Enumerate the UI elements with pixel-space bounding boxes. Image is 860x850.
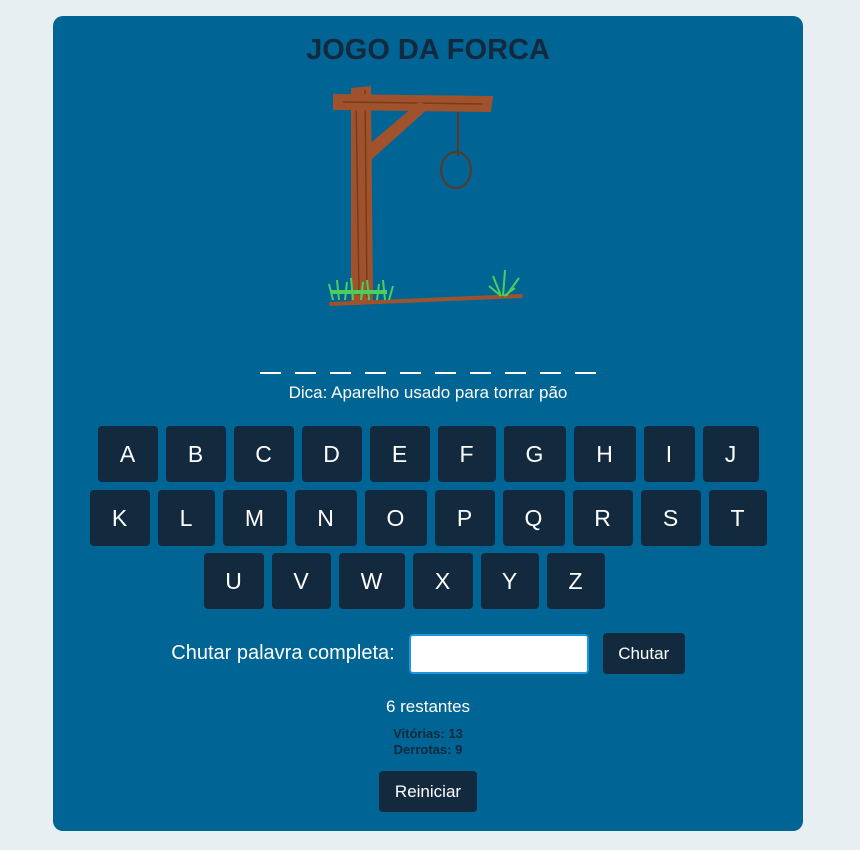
letter-blank <box>330 372 351 374</box>
key-c[interactable]: C <box>233 426 294 482</box>
key-f[interactable]: F <box>437 426 496 482</box>
game-card: JOGO DA FORCA Dica: Aparelho usado para … <box>53 16 803 831</box>
key-v[interactable]: V <box>271 553 331 609</box>
key-g[interactable]: G <box>503 426 566 482</box>
wins-count: Vitórias: 13 <box>393 726 463 741</box>
key-j[interactable]: J <box>702 426 759 482</box>
letter-blank <box>365 372 386 374</box>
key-l[interactable]: L <box>157 490 215 546</box>
key-u[interactable]: U <box>203 553 264 609</box>
key-b[interactable]: B <box>165 426 226 482</box>
guess-row: Chutar palavra completa: Chutar <box>53 633 803 674</box>
remaining-attempts: 6 restantes <box>385 697 471 716</box>
letter-blank <box>575 372 596 374</box>
letter-blank <box>540 372 561 374</box>
keyboard-row-2: K L M N O P Q R S T <box>53 490 803 546</box>
guess-label: Chutar palavra completa: <box>171 642 395 664</box>
letter-blank <box>505 372 526 374</box>
guess-input[interactable] <box>408 633 589 674</box>
key-m[interactable]: M <box>222 490 287 546</box>
gallows-illustration <box>328 86 523 306</box>
key-k[interactable]: K <box>89 490 150 546</box>
score-stats: Vitórias: 13 Derrotas: 9 <box>53 726 803 758</box>
key-q[interactable]: Q <box>502 490 565 546</box>
letter-blank <box>470 372 491 374</box>
letter-blank <box>295 372 316 374</box>
key-p[interactable]: P <box>434 490 495 546</box>
key-s[interactable]: S <box>640 490 701 546</box>
letter-blank <box>400 372 421 374</box>
key-e[interactable]: E <box>369 426 430 482</box>
word-blanks <box>53 356 803 374</box>
key-y[interactable]: Y <box>480 553 539 609</box>
page-title: JOGO DA FORCA <box>306 34 550 66</box>
key-d[interactable]: D <box>301 426 362 482</box>
letter-blank <box>435 372 456 374</box>
key-z[interactable]: Z <box>546 553 605 609</box>
keyboard-row-1: A B C D E F G H I J <box>53 426 803 482</box>
restart-button[interactable]: Reiniciar <box>379 771 477 812</box>
key-a[interactable]: A <box>97 426 158 482</box>
losses-count: Derrotas: 9 <box>393 742 463 757</box>
letter-blank <box>260 372 281 374</box>
keyboard-row-3: U V W X Y Z <box>29 553 779 609</box>
key-h[interactable]: H <box>573 426 636 482</box>
key-t[interactable]: T <box>708 490 767 546</box>
key-i[interactable]: I <box>643 426 695 482</box>
key-w[interactable]: W <box>338 553 405 609</box>
key-r[interactable]: R <box>572 490 633 546</box>
key-n[interactable]: N <box>294 490 357 546</box>
key-o[interactable]: O <box>364 490 427 546</box>
guess-button[interactable]: Chutar <box>602 633 685 674</box>
key-x[interactable]: X <box>412 553 473 609</box>
hint-text: Dica: Aparelho usado para torrar pão <box>288 383 568 402</box>
